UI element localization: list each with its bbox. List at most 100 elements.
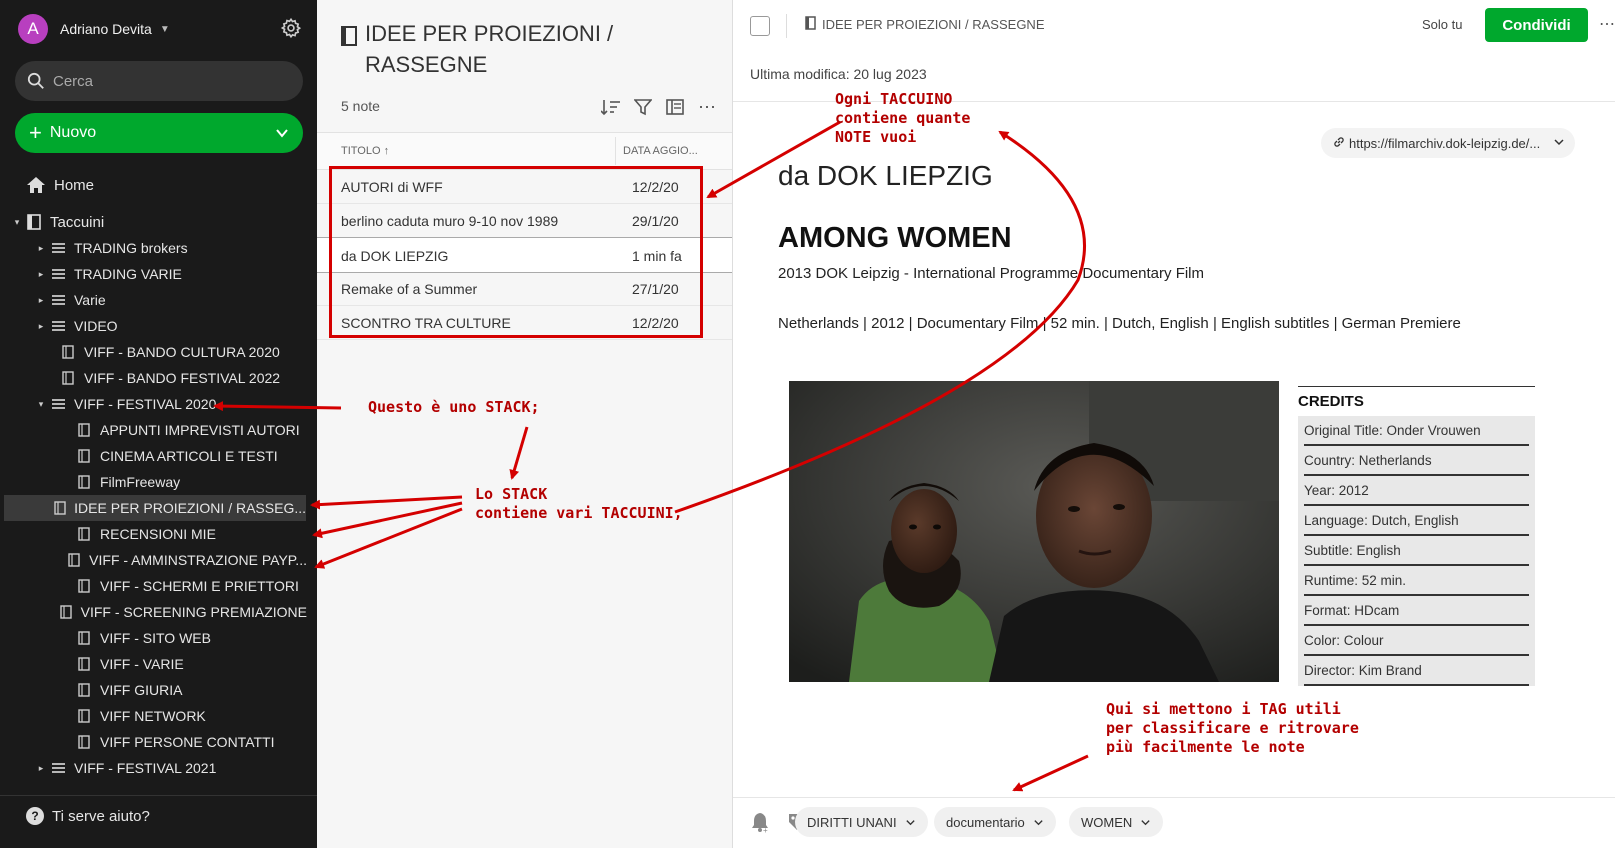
- film-details-line[interactable]: Netherlands | 2012 | Documentary Film | …: [778, 315, 1461, 332]
- tag-pill[interactable]: DIRITTI UNANI: [795, 807, 928, 837]
- credit-row[interactable]: Language: Dutch, English: [1304, 506, 1529, 536]
- divider: [786, 14, 787, 38]
- column-title-header[interactable]: TITOLO ↑: [341, 145, 389, 157]
- film-festival-line[interactable]: 2013 DOK Leipzig - International Program…: [778, 265, 1204, 282]
- credit-row[interactable]: Color: Colour: [1304, 626, 1529, 656]
- sidebar-item-label: VIFF - VARIE: [100, 656, 184, 672]
- sidebar-item-label: TRADING brokers: [74, 240, 188, 256]
- tag-pill[interactable]: documentario: [934, 807, 1056, 837]
- credit-row[interactable]: Original Title: Onder Vrouwen: [1304, 416, 1529, 446]
- sidebar-item-notebook[interactable]: ▸ TRADING VARIE: [0, 261, 307, 287]
- sidebar-item-notebook[interactable]: ▾ VIFF - FESTIVAL 2020: [0, 391, 307, 417]
- sidebar-item-notebook[interactable]: VIFF - BANDO CULTURA 2020: [0, 339, 307, 365]
- credit-row[interactable]: Director: Kim Brand: [1304, 656, 1529, 686]
- annotation-box: [329, 166, 703, 338]
- account-switcher[interactable]: A Adriano Devita ▼: [18, 14, 170, 44]
- sidebar-item-notebook[interactable]: ▸ Varie: [0, 287, 307, 313]
- expand-toggle-icon[interactable]: ▾: [12, 217, 22, 228]
- expand-toggle-icon[interactable]: ▸: [36, 321, 46, 332]
- note-list-header: TITOLO ↑ DATA AGGIO...: [317, 132, 732, 170]
- notebook-icon: [76, 449, 92, 463]
- expand-toggle-icon[interactable]: ▸: [36, 269, 46, 280]
- sidebar-item-notebook[interactable]: VIFF - VARIE: [0, 651, 307, 677]
- credit-row[interactable]: Format: HDcam: [1304, 596, 1529, 626]
- notebook-icon: [26, 214, 42, 230]
- sidebar-item-notebook[interactable]: ▸ VIDEO: [0, 313, 307, 339]
- sidebar-item-notebook[interactable]: VIFF NETWORK: [0, 703, 307, 729]
- source-url-pill[interactable]: https://filmarchiv.dok-leipzig.de/...: [1321, 128, 1575, 158]
- film-title[interactable]: AMONG WOMEN: [778, 222, 1012, 255]
- sidebar-item-notebook[interactable]: ▾ Taccuini: [0, 209, 307, 235]
- chevron-down-icon[interactable]: [275, 126, 289, 140]
- expand-toggle-icon[interactable]: ▾: [36, 399, 46, 410]
- help-label: Ti serve aiuto?: [52, 807, 150, 825]
- credit-row[interactable]: Runtime: 52 min.: [1304, 566, 1529, 596]
- sidebar-item-notebook[interactable]: VIFF GIURIA: [0, 677, 307, 703]
- new-button[interactable]: + Nuovo: [15, 113, 303, 153]
- sidebar-item-label: VIFF GIURIA: [100, 682, 183, 698]
- more-options-icon[interactable]: ⋯: [1599, 14, 1615, 34]
- film-still-image[interactable]: [789, 381, 1279, 682]
- credit-row[interactable]: Country: Netherlands: [1304, 446, 1529, 476]
- editor-notebook-link[interactable]: IDEE PER PROIEZIONI / RASSEGNE: [805, 16, 1045, 33]
- credit-row[interactable]: Subtitle: English: [1304, 536, 1529, 566]
- sidebar-item-label: Varie: [74, 292, 106, 308]
- notebook-icon: [60, 371, 76, 385]
- account-name: Adriano Devita: [60, 21, 152, 37]
- sidebar-item-label: FilmFreeway: [100, 474, 181, 490]
- sidebar-item-notebook[interactable]: VIFF - AMMINSTRAZIONE PAYP...: [0, 547, 307, 573]
- sidebar-item-notebook[interactable]: ▸ VIFF - FESTIVAL 2021: [0, 755, 307, 781]
- sidebar-item-label: CINEMA ARTICOLI E TESTI: [100, 448, 278, 464]
- avatar: A: [18, 14, 48, 44]
- notebook-icon: [54, 501, 66, 515]
- view-options-icon[interactable]: [664, 96, 686, 118]
- tag-pill[interactable]: WOMEN: [1069, 807, 1164, 837]
- expand-toggle-icon[interactable]: ▸: [36, 763, 46, 774]
- sidebar-item-notebook[interactable]: VIFF - SCHERMI E PRIETTORI: [0, 573, 307, 599]
- sidebar-item-notebook[interactable]: VIFF PERSONE CONTATTI: [0, 729, 307, 755]
- sidebar-item-notebook[interactable]: CINEMA ARTICOLI E TESTI: [0, 443, 307, 469]
- notebook-icon: [76, 735, 92, 749]
- question-icon: ?: [26, 807, 44, 825]
- column-date-header[interactable]: DATA AGGIO...: [623, 145, 698, 157]
- sidebar-item-label: VIFF PERSONE CONTATTI: [100, 734, 275, 750]
- sidebar-item-home[interactable]: Home: [26, 176, 94, 194]
- editor-notebook-name: IDEE PER PROIEZIONI / RASSEGNE: [822, 17, 1045, 32]
- sidebar-item-label: VIDEO: [74, 318, 118, 334]
- sidebar-item-label: VIFF - FESTIVAL 2020: [74, 396, 217, 412]
- sidebar-item-notebook[interactable]: RECENSIONI MIE: [0, 521, 307, 547]
- chevron-down-icon: [1034, 819, 1043, 825]
- credits-title[interactable]: CREDITS: [1298, 386, 1535, 410]
- sidebar-item-notebook[interactable]: APPUNTI IMPREVISTI AUTORI: [0, 417, 307, 443]
- sidebar-item-notebook[interactable]: VIFF - SCREENING PREMIAZIONE: [0, 599, 307, 625]
- sidebar-item-label: VIFF - BANDO FESTIVAL 2022: [84, 370, 281, 386]
- sidebar-item-label: Taccuini: [50, 213, 105, 231]
- search-input[interactable]: Cerca: [15, 61, 303, 101]
- expand-toggle-icon[interactable]: ▸: [36, 295, 46, 306]
- expand-icon[interactable]: [750, 16, 770, 36]
- gear-icon[interactable]: [280, 17, 302, 39]
- more-options-icon[interactable]: ⋯: [696, 96, 718, 118]
- reminder-icon[interactable]: +: [750, 811, 770, 835]
- sidebar-item-notebook[interactable]: ▸ TRADING brokers: [0, 235, 307, 261]
- share-button[interactable]: Condividi: [1485, 8, 1588, 42]
- expand-toggle-icon[interactable]: ▸: [36, 243, 46, 254]
- stack-icon: [50, 241, 66, 255]
- sidebar-item-label: RECENSIONI MIE: [100, 526, 216, 542]
- notebook-icon: [76, 631, 92, 645]
- search-placeholder: Cerca: [53, 72, 94, 90]
- help-link[interactable]: ? Ti serve aiuto?: [26, 807, 150, 825]
- credit-row[interactable]: Year: 2012: [1304, 476, 1529, 506]
- sidebar-item-notebook[interactable]: VIFF - SITO WEB: [0, 625, 307, 651]
- sidebar-item-label: VIFF - AMMINSTRAZIONE PAYP...: [89, 552, 307, 568]
- sidebar-item-notebook[interactable]: VIFF - BANDO FESTIVAL 2022: [0, 365, 307, 391]
- sidebar: A Adriano Devita ▼ Cerca + Nuovo Home ▾ T…: [0, 0, 317, 848]
- sidebar-item-notebook[interactable]: IDEE PER PROIEZIONI / RASSEG...: [4, 495, 306, 521]
- home-icon: [27, 177, 45, 193]
- filter-icon[interactable]: [632, 96, 654, 118]
- sort-icon[interactable]: [600, 96, 622, 118]
- notebook-icon: [76, 683, 92, 697]
- sidebar-item-notebook[interactable]: FilmFreeway: [0, 469, 307, 495]
- annotation-stack-contains: Lo STACK contiene vari TACCUINI,: [475, 485, 683, 522]
- note-heading[interactable]: da DOK LIEPZIG: [778, 160, 993, 192]
